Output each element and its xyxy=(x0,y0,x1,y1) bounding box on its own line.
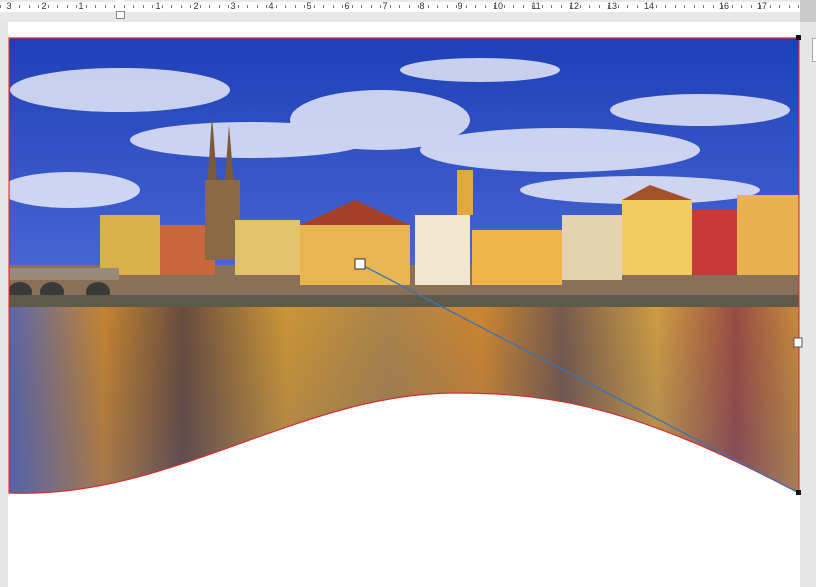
adjustment-handle[interactable] xyxy=(354,258,366,270)
regensburg-photo xyxy=(9,38,799,494)
resize-handle-top-right[interactable] xyxy=(796,35,801,40)
clock-tower xyxy=(457,170,473,215)
resize-handle-bottom-right[interactable] xyxy=(796,490,801,495)
stone-bridge xyxy=(9,268,119,280)
resize-handle-right-middle[interactable] xyxy=(793,337,803,348)
picture-canvas xyxy=(8,35,803,495)
